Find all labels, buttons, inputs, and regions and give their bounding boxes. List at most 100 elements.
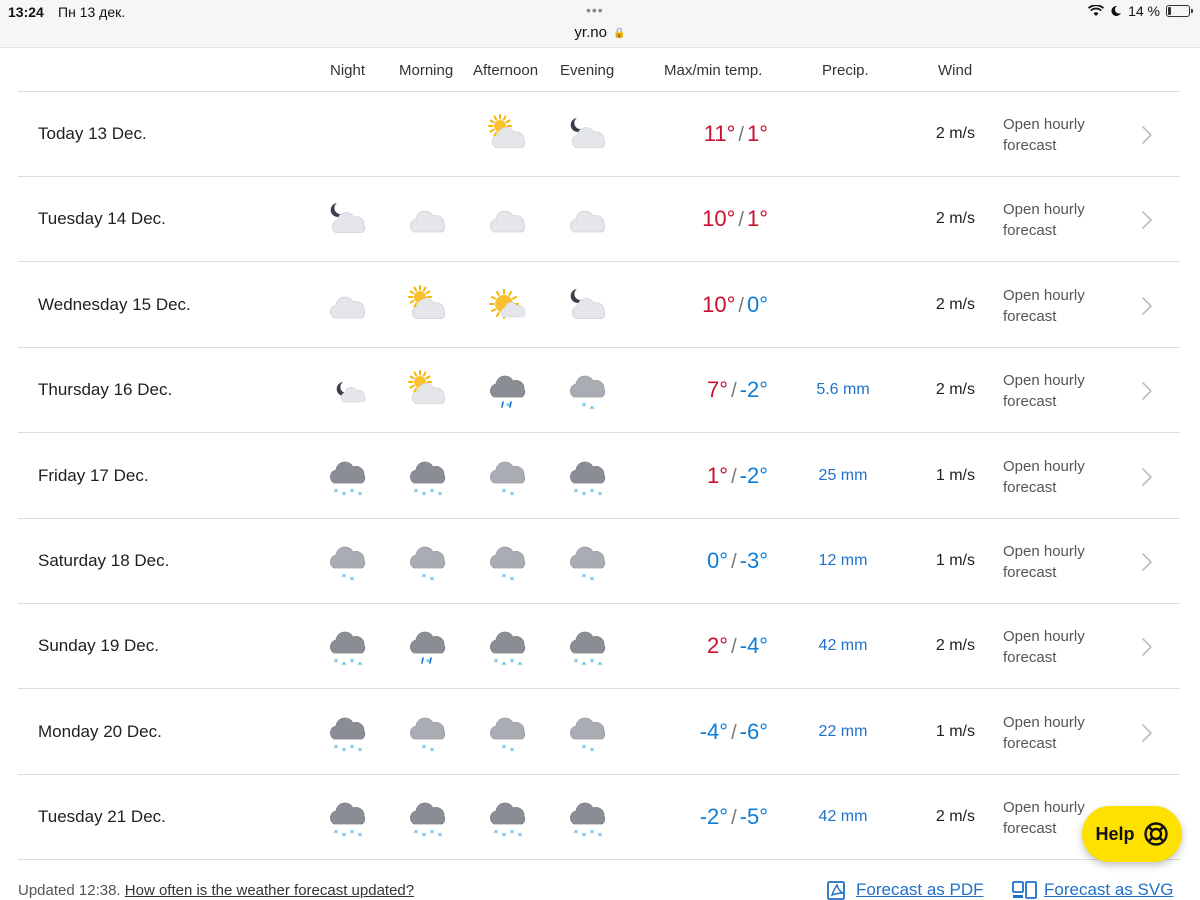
table-row[interactable]: Friday 17 Dec. * * * * * * * * * * * * * * 1° / -2° 25 mm 1… [18,434,1180,519]
min-temp: -4° [739,633,768,659]
temperature: 7° / -2° [618,377,768,403]
snow-icon: * * * * [490,632,526,669]
open-hourly-forecast-link[interactable]: Open hourly forecast [1003,541,1113,583]
day-label: Tuesday 14 Dec. [38,209,166,229]
temp-separator: / [731,721,737,744]
day-label: Today 13 Dec. [38,124,147,143]
svg-text:*: * [430,488,435,498]
svg-text:*: * [350,488,355,498]
temp-separator: / [731,551,737,573]
temp-separator: / [731,465,737,488]
forecast-pdf-link[interactable]: Forecast as PDF [826,880,984,900]
moon-icon [1111,5,1122,16]
table-row[interactable]: Wednesday 15 Dec. 10°/0° 2 m/s Open hourly … [18,263,1180,348]
svg-text:*: * [342,573,347,583]
chevron-right-icon[interactable] [1140,552,1154,572]
temperature: 11°/1° [618,121,768,147]
col-night: Night [330,62,366,79]
svg-text:*: * [598,832,603,840]
cloudy-icon [330,296,366,319]
snow-icon: * * * * [330,632,366,669]
more-dots-icon[interactable]: ••• [586,2,604,18]
svg-text:*: * [598,491,603,499]
snow-icon: * * * * [330,717,366,755]
address-bar[interactable]: yr.no 🔒 [0,24,1200,41]
col-evening: Evening [560,62,615,79]
svg-text:*: * [334,829,339,839]
help-button[interactable]: Help [1082,806,1182,862]
status-time: 13:24 [8,4,44,20]
lock-icon: 🔒 [613,28,626,39]
table-row[interactable]: Today 13 Dec. 11°/1° 2 m/s Open hourly fore… [18,92,1180,177]
snow-icon: * * * * [570,802,606,840]
partly-cloudy-day-icon [488,114,526,148]
update-frequency-link[interactable]: How often is the weather forecast update… [125,882,414,899]
svg-text:*: * [430,576,435,584]
wind-speed: 1 m/s [935,722,975,740]
url-text: yr.no [574,24,607,41]
chevron-right-icon[interactable] [1140,296,1154,316]
chevron-right-icon[interactable] [1140,723,1154,743]
open-hourly-forecast-link[interactable]: Open hourly forecast [1003,370,1113,412]
table-row[interactable]: Sunday 19 Dec. * * * * * * * * * * * * * 2° / -4° 42 mm 2… [18,604,1180,690]
svg-text:*: * [414,829,419,839]
svg-text:*: * [582,573,587,583]
svg-text:*: * [510,576,515,584]
open-hourly-forecast-link[interactable]: Open hourly forecast [1003,626,1113,668]
max-temp: 10° [702,291,736,317]
light-snow-icon: * * [330,546,366,584]
table-row[interactable]: Saturday 18 Dec. * * * * * * * * 0° / -3° 12 mm 1 m/s… [18,519,1180,604]
col-afternoon: Afternoon [473,62,539,79]
svg-text:*: * [582,744,587,754]
precipitation: 5.6 mm [816,381,870,399]
max-temp: 2° [707,633,729,659]
svg-text:*: * [502,488,507,498]
max-temp: -4° [699,718,729,744]
open-hourly-forecast-link[interactable]: Open hourly forecast [1003,712,1113,754]
temperature: 0° / -3° [618,548,768,574]
light-snow-icon: * * [570,375,606,413]
table-row[interactable]: Thursday 16 Dec. * * * 7° / -2° 5.6 mm 2 m/s Ope… [18,348,1180,434]
status-indicators: 14 % [1088,3,1193,19]
svg-text:*: * [590,747,595,755]
svg-text:*: * [430,747,435,755]
open-hourly-forecast-link[interactable]: Open hourly forecast [1003,456,1113,498]
svg-text:*: * [342,661,347,669]
day-label: Saturday 18 Dec. [38,551,170,570]
chevron-right-icon[interactable] [1140,381,1154,401]
chevron-right-icon[interactable] [1140,125,1154,145]
svg-text:*: * [582,402,587,412]
temp-separator: / [738,209,744,232]
svg-text:*: * [510,829,515,839]
snow-icon: * * * * [570,632,606,669]
partly-cloudy-night-icon [330,203,366,234]
chevron-right-icon[interactable] [1140,210,1154,230]
max-temp: -2° [699,804,729,830]
wind-speed: 2 m/s [935,637,975,655]
chevron-right-icon[interactable] [1140,637,1154,657]
max-temp: 7° [707,377,729,403]
day-label: Monday 20 Dec. [38,721,162,741]
wifi-icon [1088,5,1105,16]
precipitation: 42 mm [818,808,868,826]
svg-text:*: * [334,658,339,668]
svg-text:*: * [494,829,499,839]
col-morning: Morning [399,62,454,79]
open-hourly-forecast-link[interactable]: Open hourly forecast [1003,285,1113,327]
min-temp: -3° [739,548,768,573]
table-row[interactable]: Tuesday 21 Dec. * * * * * * * * * * * * * * * * -2° / -5° 42… [18,775,1180,861]
chevron-right-icon[interactable] [1140,467,1154,487]
max-temp: 10° [702,206,736,232]
snow-icon: * * * * [330,461,366,499]
cloudy-icon [570,211,606,233]
open-hourly-forecast-link[interactable]: Open hourly forecast [1003,199,1113,241]
day-label: Thursday 16 Dec. [38,380,173,400]
light-snow-icon: * * [490,717,526,755]
forecast-svg-link[interactable]: Forecast as SVG [1012,880,1173,900]
light-snow-icon: * * [570,717,606,755]
table-row[interactable]: Monday 20 Dec. * * * * * * * * * * -4° / -6° 22 mm 1 m/… [18,690,1180,775]
table-row[interactable]: Tuesday 14 Dec. 10°/1° 2 m/s Open hourly fo… [18,177,1180,263]
snow-icon: * * * * [410,461,446,499]
wind-speed: 2 m/s [935,210,975,228]
open-hourly-forecast-link[interactable]: Open hourly forecast [1003,114,1113,156]
